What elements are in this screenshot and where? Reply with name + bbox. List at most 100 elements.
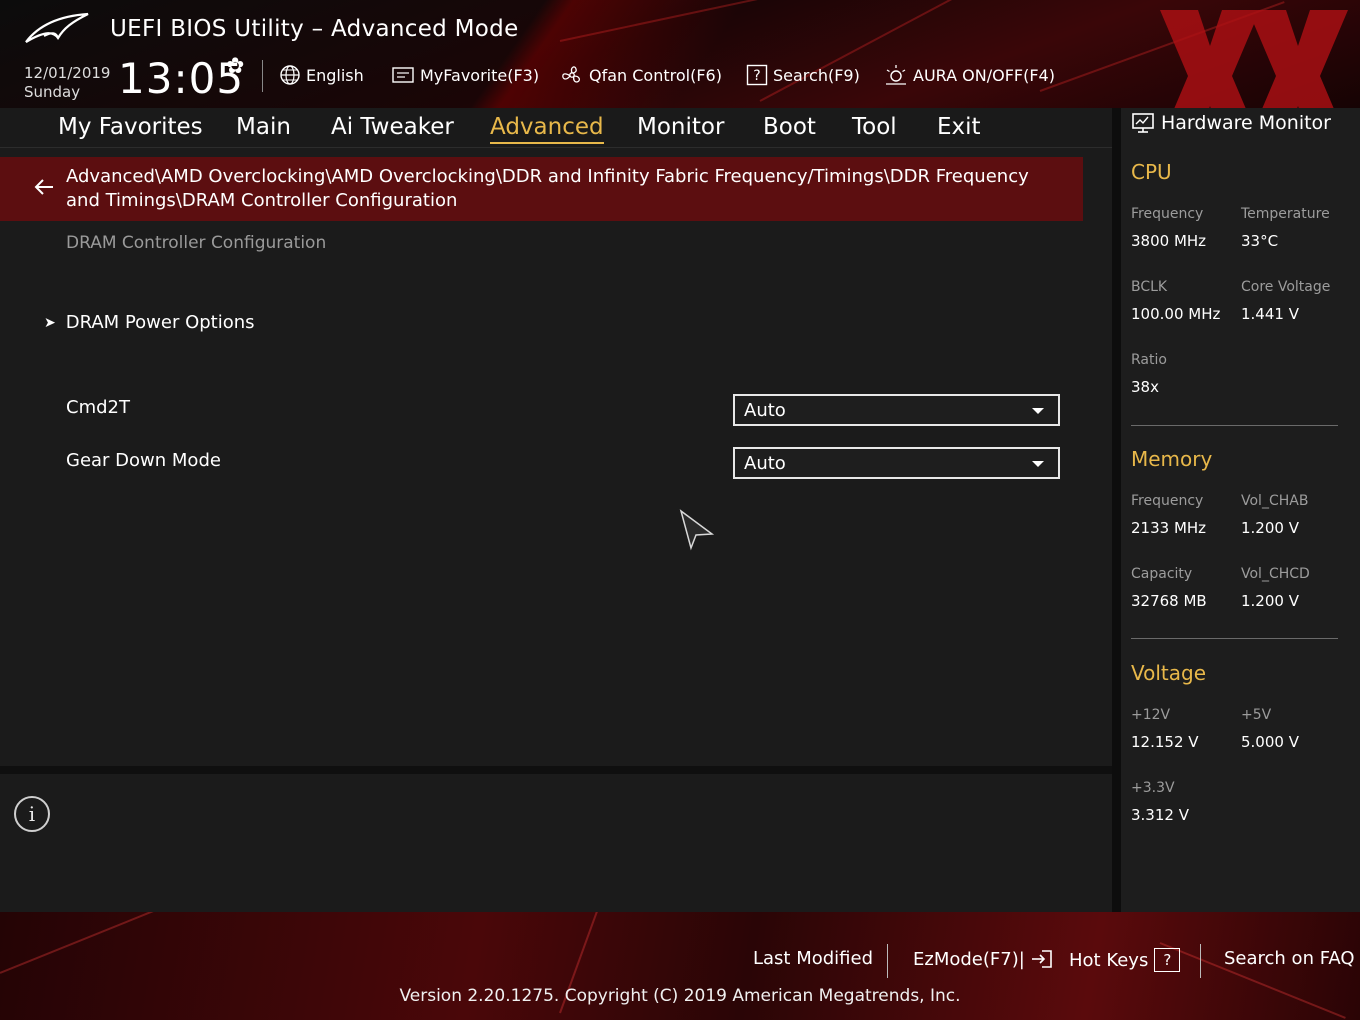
myfavorite-icon [392,67,414,83]
hw-5v-label: +5V [1241,707,1272,723]
search-faq-button[interactable]: Search on FAQ [1224,948,1355,969]
back-arrow-icon[interactable] [32,175,56,199]
hw-mem-capacity: 32768 MB [1131,592,1207,610]
hw-cpu-bclk: 100.00 MHz [1131,305,1221,323]
main-nav: My Favorites Main Ai Tweaker Advanced Mo… [0,108,1112,148]
myfavorite-button[interactable]: MyFavorite(F3) [391,63,539,87]
hw-cpu-temperature: 33°C [1241,232,1279,250]
hw-monitor-title-text: Hardware Monitor [1161,112,1331,134]
hw-12v-label: +12V [1131,707,1171,723]
version-text: Version 2.20.1275. Copyright (C) 2019 Am… [399,986,961,1006]
footer-streak [0,912,242,974]
monitor-icon [1132,113,1154,133]
footer-divider [887,944,888,978]
tab-ai-tweaker[interactable]: Ai Tweaker [331,112,454,142]
hw-cpu-ratio: 38x [1131,378,1159,396]
last-modified-label: Last Modified [753,948,874,969]
qfan-button[interactable]: Qfan Control(F6) [560,63,722,87]
hw-mem-frequency: 2133 MHz [1131,519,1207,537]
gear-icon[interactable]: ✿ [226,54,244,79]
dropdown-caret-icon [1032,408,1044,414]
mouse-cursor-icon [679,509,715,551]
svg-text:?: ? [753,68,760,84]
hw-memory-heading: Memory [1131,447,1213,471]
app-title: UEFI BIOS Utility – Advanced Mode [110,16,519,42]
hw-mem-vol-chab: 1.200 V [1241,519,1299,537]
hw-mem-frequency-label: Frequency [1131,493,1204,509]
hw-monitor-divider [1112,108,1121,912]
submenu-label: DRAM Power Options [65,312,255,333]
hw-cpu-ratio-label: Ratio [1131,352,1167,368]
footer-bar: Last Modified EzMode(F7)| Hot Keys ? Sea… [0,912,1360,1020]
last-modified-button[interactable]: Last Modified [753,948,873,969]
section-title: DRAM Controller Configuration [66,233,327,253]
search-help-icon: ? [746,64,768,86]
tab-my-favorites[interactable]: My Favorites [58,112,203,142]
rog-logo-icon [25,12,89,43]
tab-exit[interactable]: Exit [937,112,981,142]
hot-keys-label: Hot Keys [1069,949,1149,971]
xx-watermark-icon [1160,10,1348,108]
chevron-right-icon: ➤ [44,314,56,331]
header-bar: UEFI BIOS Utility – Advanced Mode 12/01/… [0,0,1360,108]
hw-cpu-bclk-label: BCLK [1131,279,1168,295]
tab-main[interactable]: Main [236,112,291,142]
ezmode-label: EzMode(F7)| [913,948,1025,970]
fan-icon [562,66,581,83]
hw-3v3: 3.312 V [1131,806,1189,824]
ezmode-button[interactable]: EzMode(F7)| [913,948,1053,970]
hw-cpu-frequency-label: Frequency [1131,206,1204,222]
hw-5v: 5.000 V [1241,733,1299,751]
tab-advanced[interactable]: Advanced [490,112,604,144]
tab-monitor[interactable]: Monitor [637,112,724,142]
help-key-icon: ? [1154,948,1181,972]
hw-monitor-title: Hardware Monitor [1131,112,1331,134]
hw-cpu-core-voltage: 1.441 V [1241,305,1299,323]
submenu-dram-power-options[interactable]: ➤ DRAM Power Options [44,312,255,333]
exit-ezmode-icon [1031,950,1052,968]
hw-3v3-label: +3.3V [1131,780,1175,796]
tab-boot[interactable]: Boot [763,112,816,142]
breadcrumb-path: Advanced\AMD Overclocking\AMD Overclocki… [66,166,1029,211]
hw-cpu-frequency: 3800 MHz [1131,232,1207,250]
gear-down-mode-select[interactable]: Auto [733,447,1060,479]
aura-icon [886,65,906,85]
date-text: 12/01/2019 [24,64,111,82]
aura-button[interactable]: AURA ON/OFF(F4) [884,63,1055,87]
gear-down-mode-value: Auto [744,453,786,474]
language-label: English [306,65,364,85]
setting-label-gear-down-mode: Gear Down Mode [66,450,221,471]
hw-divider [1131,425,1338,426]
cmd2t-select[interactable]: Auto [733,394,1060,426]
globe-icon [280,65,300,85]
hw-mem-vol-chcd: 1.200 V [1241,592,1299,610]
main-panel: Advanced\AMD Overclocking\AMD Overclocki… [0,148,1112,768]
hw-mem-vol-chcd-label: Vol_CHCD [1241,566,1310,582]
date-display: 12/01/2019 Sunday [24,64,110,102]
help-panel: i [0,774,1112,912]
search-faq-label: Search on FAQ [1224,948,1355,969]
help-separator [0,766,1112,774]
tab-tool[interactable]: Tool [852,112,897,142]
hw-divider [1131,638,1338,639]
language-button[interactable]: English [279,63,364,87]
hardware-monitor-panel: Hardware Monitor CPU Frequency Temperatu… [1121,108,1360,912]
breadcrumb: Advanced\AMD Overclocking\AMD Overclocki… [0,157,1083,221]
header-divider [262,60,263,92]
setting-label-cmd2t: Cmd2T [66,397,130,418]
dropdown-caret-icon [1032,461,1044,467]
hw-voltage-heading: Voltage [1131,661,1207,685]
hw-cpu-heading: CPU [1131,160,1172,184]
day-text: Sunday [24,83,81,101]
hw-cpu-core-voltage-label: Core Voltage [1241,279,1331,295]
qfan-label: Qfan Control(F6) [589,65,722,85]
hw-cpu-temperature-label: Temperature [1241,206,1330,222]
myfavorite-label: MyFavorite(F3) [420,65,540,85]
hot-keys-button[interactable]: Hot Keys ? [1069,948,1181,972]
hw-mem-vol-chab-label: Vol_CHAB [1241,493,1309,509]
search-label: Search(F9) [773,65,860,85]
search-button[interactable]: ? Search(F9) [746,63,860,87]
hw-mem-capacity-label: Capacity [1131,566,1193,582]
aura-label: AURA ON/OFF(F4) [913,65,1055,85]
info-icon: i [14,796,50,832]
